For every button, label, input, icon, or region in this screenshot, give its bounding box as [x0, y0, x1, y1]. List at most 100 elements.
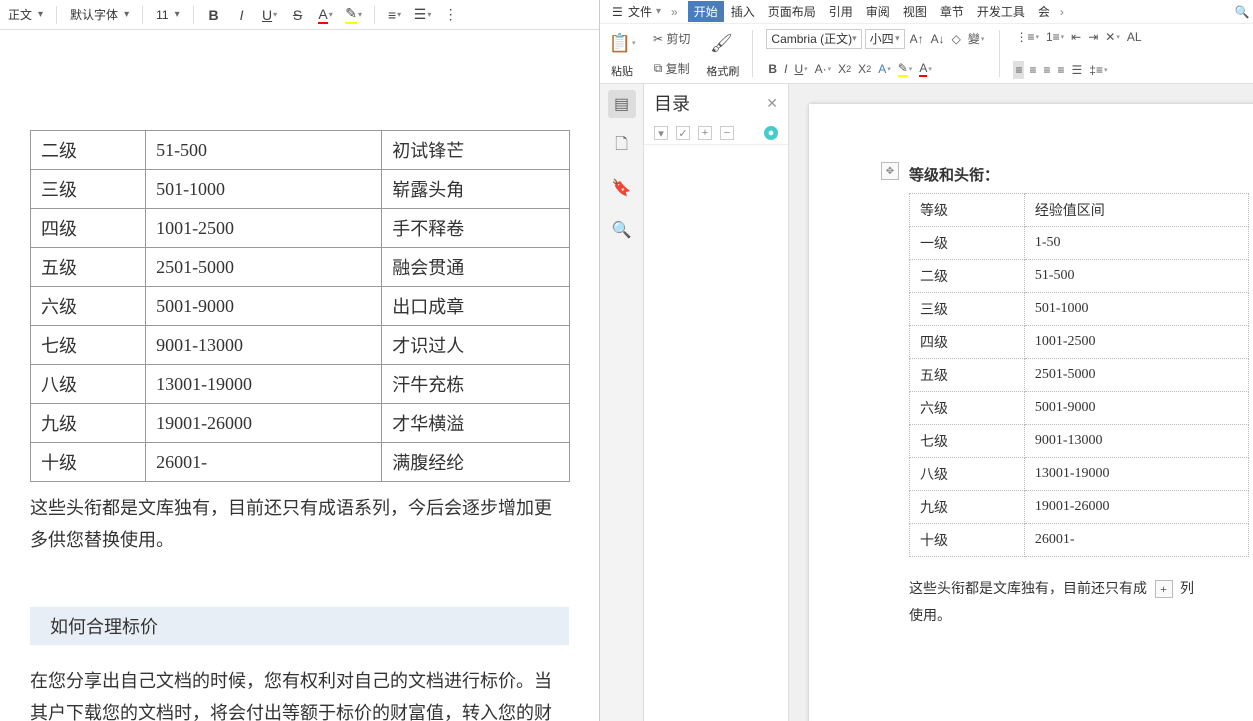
table-cell: 四级 — [910, 326, 1025, 359]
table-row: 五级2501-5000融会贯通 — [31, 248, 570, 287]
table-cell: 八级 — [31, 365, 146, 404]
table-row: 六级5001-9000出口成章 — [31, 287, 570, 326]
more-toolbar-icon[interactable]: ⋮ — [440, 4, 462, 26]
outline-opt3-icon[interactable]: + — [698, 126, 712, 140]
table-cell: 四级 — [31, 209, 146, 248]
table-cell: 1001-2500 — [1024, 326, 1248, 359]
font-size-select[interactable]: 小四▾ — [865, 29, 905, 49]
subscript-button[interactable]: X2 — [856, 60, 873, 78]
move-handle-icon[interactable]: ✥ — [881, 162, 899, 180]
file-menu[interactable]: ☰ 文件 ▾ — [606, 1, 667, 22]
tab-视图[interactable]: 视图 — [897, 1, 933, 22]
tab-插入[interactable]: 插入 — [725, 1, 761, 22]
outline-sync-icon[interactable]: ● — [764, 126, 778, 140]
table-cell: 满腹经纶 — [382, 443, 570, 482]
distribute-button[interactable]: ☰ — [1070, 61, 1085, 79]
search-button[interactable]: 🔍 查找 — [1235, 3, 1253, 20]
find-tab-icon[interactable]: 🔍 — [608, 216, 636, 244]
table-cell: 26001- — [1024, 524, 1248, 557]
font-color-button[interactable]: A — [315, 4, 337, 26]
tab-章节[interactable]: 章节 — [934, 1, 970, 22]
table-row: 九级19001-26000 — [910, 491, 1249, 524]
bold-button-r[interactable]: B — [766, 60, 779, 78]
table-cell: 9001-13000 — [146, 326, 382, 365]
table-cell: 八级 — [910, 458, 1025, 491]
table-cell: 13001-19000 — [1024, 458, 1248, 491]
table-cell: 十级 — [910, 524, 1025, 557]
table-row: 一级1-50 — [910, 227, 1249, 260]
cut-button[interactable]: ✂ 剪切 — [651, 28, 692, 49]
italic-button[interactable]: I — [231, 4, 253, 26]
expand-plus-icon[interactable]: + — [1155, 580, 1173, 598]
underline-button-r[interactable]: U — [792, 60, 809, 78]
tabs-overflow-icon[interactable]: › — [1060, 5, 1064, 19]
copy-button[interactable]: ⧉ 复制 — [651, 58, 692, 79]
outline-tab-icon[interactable]: ▤ — [608, 90, 636, 118]
bookmark-tab-icon[interactable]: 🔖 — [608, 174, 636, 202]
paste-button[interactable]: 📋 — [607, 28, 637, 58]
font-name-select[interactable]: Cambria (正文)▾ — [766, 29, 861, 49]
tab-会[interactable]: 会 — [1032, 1, 1056, 22]
table-cell: 七级 — [910, 425, 1025, 458]
bullet-list-button[interactable]: ⋮≡ — [1013, 28, 1041, 46]
outline-opt1-icon[interactable]: ▾ — [654, 126, 668, 140]
increase-indent-button[interactable]: ⇥ — [1086, 28, 1100, 46]
tab-页面布局[interactable]: 页面布局 — [762, 1, 822, 22]
pages-tab-icon[interactable]: 🗋 — [608, 132, 636, 160]
table-cell: 19001-26000 — [1024, 491, 1248, 524]
highlight-button[interactable]: ✎ — [343, 4, 365, 26]
shrink-font-button[interactable]: A↓ — [929, 30, 947, 48]
text-effect-button[interactable]: A — [876, 60, 893, 78]
number-list-button[interactable]: 1≡ — [1044, 28, 1066, 46]
table-cell: 1001-2500 — [146, 209, 382, 248]
underline-button[interactable]: U — [259, 4, 281, 26]
bold-button[interactable]: B — [203, 4, 225, 26]
table-cell: 1-50 — [1024, 227, 1248, 260]
page[interactable]: ✥ 等级和头衔： 等级经验值区间一级1-50二级51-500三级501-1000… — [809, 104, 1253, 721]
table-cell: 19001-26000 — [146, 404, 382, 443]
sort-button[interactable]: ✕ — [1103, 28, 1122, 46]
tab-开发工具[interactable]: 开发工具 — [971, 1, 1031, 22]
align-justify-button[interactable]: ≡ — [1055, 61, 1066, 79]
line-spacing-button[interactable]: ‡≡ — [1087, 61, 1109, 79]
outline-opt2-icon[interactable]: ✓ — [676, 126, 690, 140]
show-marks-button[interactable]: AL — [1125, 28, 1144, 46]
table-cell: 十级 — [31, 443, 146, 482]
outline-opt4-icon[interactable]: − — [720, 126, 734, 140]
emphasis-button[interactable]: A· — [813, 60, 834, 78]
align-left-button[interactable]: ≡ — [1013, 61, 1024, 79]
style-select[interactable]: 正文 — [4, 4, 47, 25]
table-cell: 二级 — [31, 131, 146, 170]
superscript-button[interactable]: X2 — [836, 60, 853, 78]
table-cell: 26001- — [146, 443, 382, 482]
format-brush-button[interactable]: 🖌 — [706, 28, 736, 58]
tab-开始[interactable]: 开始 — [688, 1, 724, 22]
table-header-row: 等级经验值区间 — [910, 194, 1249, 227]
font-select[interactable]: 默认字体 — [66, 4, 133, 25]
more-icon[interactable]: » — [671, 5, 678, 19]
menu-bar: ☰ 文件 ▾ » 开始插入页面布局引用审阅视图章节开发工具会 › 🔍 查找 ☁ … — [600, 0, 1253, 24]
table-cell: 六级 — [910, 392, 1025, 425]
italic-button-r[interactable]: I — [782, 60, 789, 78]
strike-button[interactable]: S — [287, 4, 309, 26]
clear-format-button[interactable]: ◇ — [950, 30, 963, 48]
table-cell: 九级 — [910, 491, 1025, 524]
phonetic-button[interactable]: 變 — [966, 28, 987, 49]
table-row: 九级19001-26000才华横溢 — [31, 404, 570, 443]
font-color-button-r[interactable]: A — [917, 59, 934, 79]
table-row: 八级13001-19000 — [910, 458, 1249, 491]
decrease-indent-button[interactable]: ⇤ — [1069, 28, 1083, 46]
outline-body[interactable] — [644, 144, 788, 721]
close-icon[interactable]: ✕ — [766, 95, 778, 112]
list-button[interactable]: ☰ — [412, 4, 434, 26]
tab-引用[interactable]: 引用 — [823, 1, 859, 22]
tab-审阅[interactable]: 审阅 — [860, 1, 896, 22]
document-canvas[interactable]: ✥ 等级和头衔： 等级经验值区间一级1-50二级51-500三级501-1000… — [789, 84, 1253, 721]
size-select[interactable]: 11 — [152, 6, 184, 24]
align-right-button[interactable]: ≡ — [1041, 61, 1052, 79]
grow-font-button[interactable]: A↑ — [908, 30, 926, 48]
left-document-body[interactable]: 二级51-500初试锋芒三级501-1000崭露头角四级1001-2500手不释… — [0, 30, 599, 721]
align-center-button[interactable]: ≡ — [1027, 61, 1038, 79]
align-button[interactable]: ≡ — [384, 4, 406, 26]
highlight-button-r[interactable]: ✎ — [896, 59, 915, 79]
